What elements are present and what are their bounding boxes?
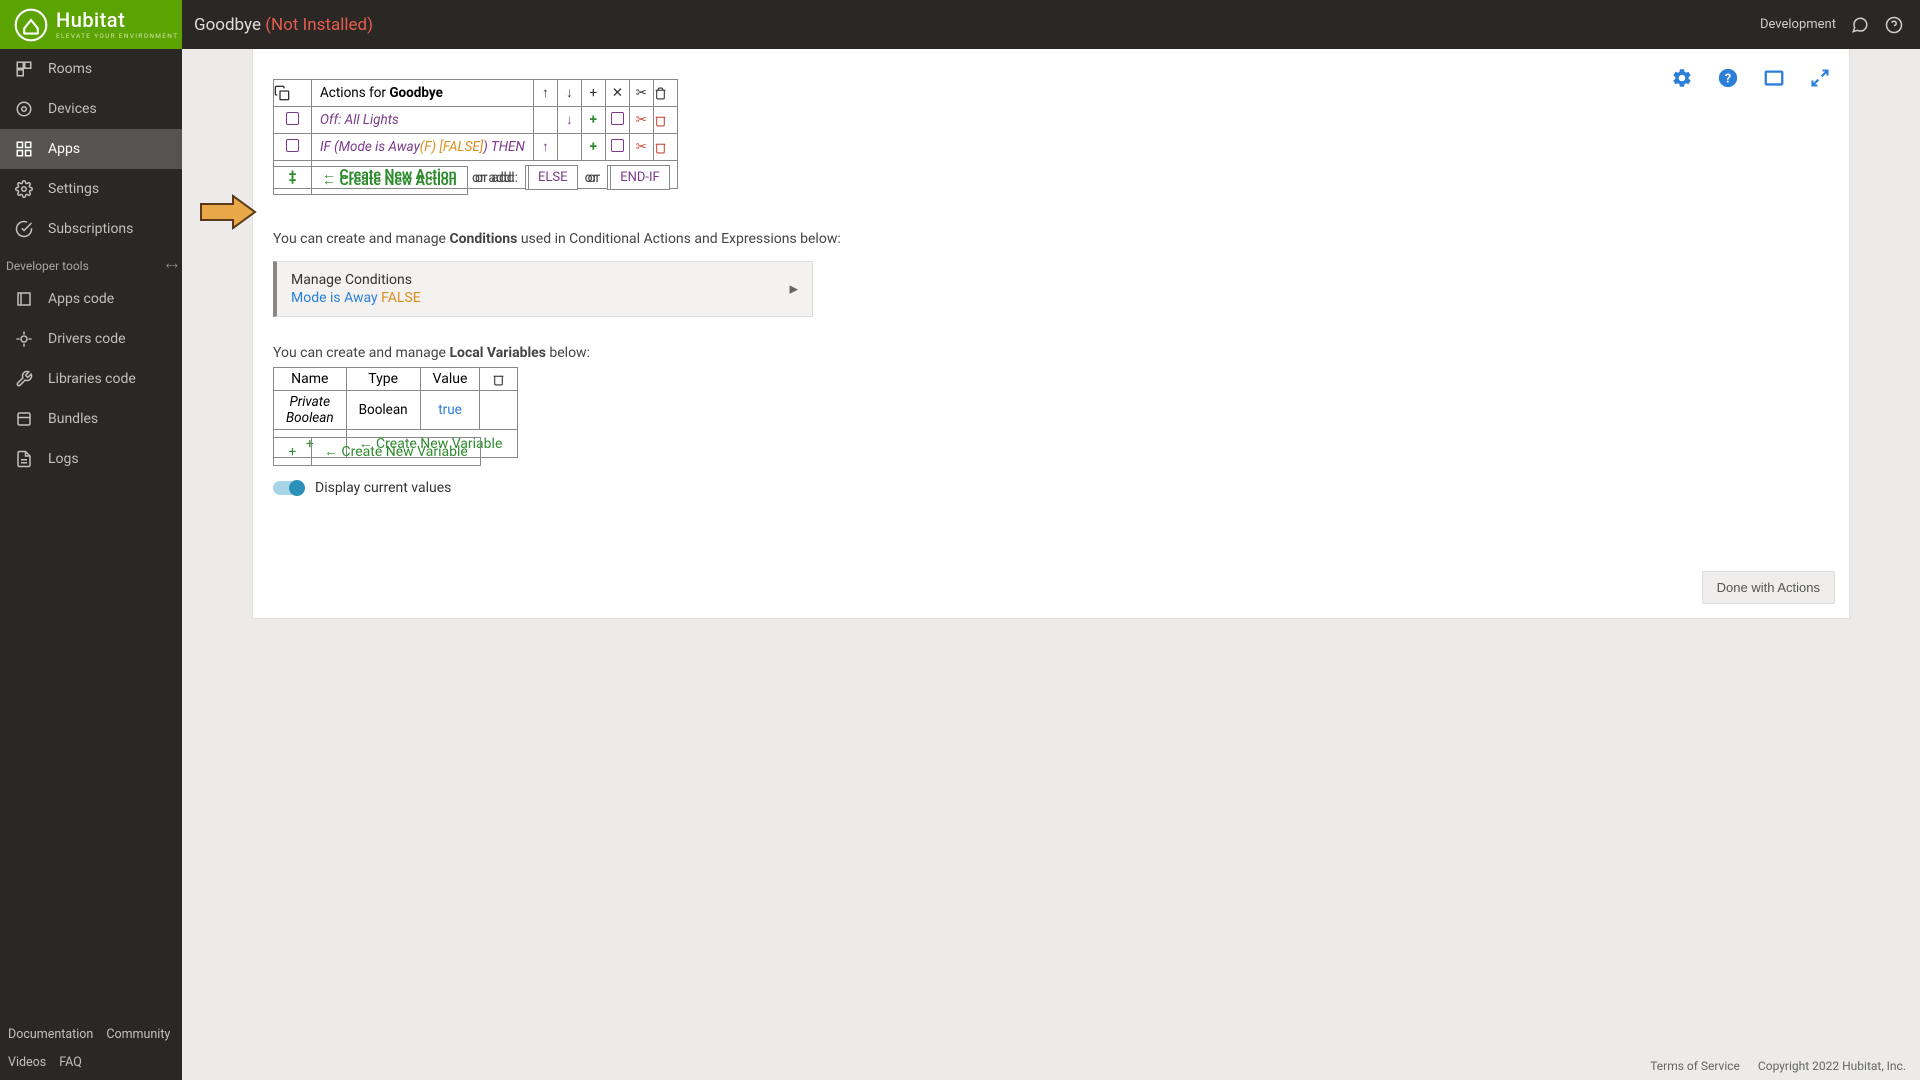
delete-row-icon[interactable] <box>653 134 677 161</box>
delete-row-icon[interactable] <box>653 107 677 134</box>
libraries-code-icon <box>14 369 34 389</box>
apps-code-icon <box>14 289 34 309</box>
sidebar-item-subscriptions[interactable]: Subscriptions <box>0 209 182 249</box>
collapse-icon[interactable]: ⤢ <box>164 258 180 274</box>
footer-videos[interactable]: Videos <box>8 1055 46 1070</box>
move-down-all-icon[interactable]: ↓ <box>557 80 581 107</box>
page-title: Goodbye (Not Installed) <box>194 15 373 35</box>
rooms-icon <box>14 59 34 79</box>
sidebar-item-logs[interactable]: Logs <box>0 439 182 479</box>
add-icon[interactable]: + <box>581 80 605 107</box>
gear-icon[interactable] <box>1671 67 1693 89</box>
trash-icon[interactable] <box>653 80 677 107</box>
hubitat-logo-icon <box>14 8 48 42</box>
action-row: IF (Mode is Away(F) [FALSE]) THEN ↑ + ✂ <box>274 134 678 161</box>
variable-row: Private Boolean Boolean true <box>274 391 518 430</box>
display-values-toggle-row: Display current values <box>273 480 1829 496</box>
move-up-all-icon[interactable]: ↑ <box>533 80 557 107</box>
panel: ? Actions for Goodbye ↑ ↓ + ✕ ✂ <box>252 49 1850 619</box>
move-down-icon[interactable]: ↓ <box>557 107 581 134</box>
row-checkbox-2[interactable] <box>605 134 629 161</box>
brand-name: Hubitat <box>56 10 178 30</box>
footer-community[interactable]: Community <box>106 1027 170 1042</box>
install-status: (Not Installed) <box>265 15 373 35</box>
cut-row-icon[interactable]: ✂ <box>629 107 653 134</box>
variables-intro: You can create and manage Local Variable… <box>273 345 1829 361</box>
action-text[interactable]: Off: All Lights <box>312 107 534 134</box>
endif-button[interactable]: END-IF <box>610 165 670 190</box>
sidebar: Rooms Devices Apps Settings Subscription… <box>0 49 182 1080</box>
cut-icon[interactable]: ✂ <box>629 80 653 107</box>
var-value[interactable]: true <box>420 391 480 430</box>
create-new-action-button[interactable]: ← Create New Action <box>312 167 468 195</box>
devices-icon <box>14 99 34 119</box>
col-type: Type <box>346 368 420 391</box>
legal-bar: Terms of Service Copyright 2022 Hubitat,… <box>1650 1052 1920 1080</box>
move-up-icon[interactable]: ↑ <box>533 134 557 161</box>
col-name: Name <box>274 368 347 391</box>
var-name: Private Boolean <box>274 391 347 430</box>
expand-icon[interactable] <box>1809 67 1831 89</box>
dev-mode-label: Development <box>1760 17 1836 32</box>
actions-title: Actions for Goodbye <box>312 80 534 107</box>
sidebar-item-devices[interactable]: Devices <box>0 89 182 129</box>
drivers-code-icon <box>14 329 34 349</box>
add-variable-plus[interactable]: + <box>274 438 312 466</box>
conditions-title: Manage Conditions <box>291 272 798 288</box>
sidebar-item-drivers-code[interactable]: Drivers code <box>0 319 182 359</box>
logs-icon <box>14 449 34 469</box>
display-values-toggle[interactable] <box>273 481 303 495</box>
dev-tools-header[interactable]: Developer tools ⤢ <box>0 249 182 279</box>
svg-text:?: ? <box>1725 72 1731 87</box>
footer-faq[interactable]: FAQ <box>59 1055 82 1070</box>
info-icon[interactable]: ? <box>1717 67 1739 89</box>
create-new-variable-button[interactable]: ← Create New Variable <box>312 438 481 466</box>
sidebar-item-apps[interactable]: Apps <box>0 129 182 169</box>
row-checkbox[interactable] <box>274 107 312 134</box>
cut-row-icon[interactable]: ✂ <box>629 134 653 161</box>
col-value: Value <box>420 368 480 391</box>
callout-arrow-icon <box>199 194 259 230</box>
manage-conditions-box[interactable]: Manage Conditions Mode is Away FALSE ▶ <box>273 261 813 317</box>
footer-documentation[interactable]: Documentation <box>8 1027 93 1042</box>
add-row-icon[interactable]: + <box>581 107 605 134</box>
close-icon[interactable]: ✕ <box>605 80 629 107</box>
conditions-intro: You can create and manage Conditions use… <box>273 231 1829 247</box>
chevron-right-icon: ▶ <box>790 283 798 296</box>
action-text[interactable]: IF (Mode is Away(F) [FALSE]) THEN <box>312 134 534 161</box>
row-checkbox-2[interactable] <box>605 107 629 134</box>
var-type: Boolean <box>346 391 420 430</box>
apps-icon <box>14 139 34 159</box>
add-action-plus[interactable]: + <box>274 167 312 195</box>
copy-icon[interactable] <box>274 80 312 107</box>
bundles-icon <box>14 409 34 429</box>
done-button[interactable]: Done with Actions <box>1702 571 1835 604</box>
sidebar-item-bundles[interactable]: Bundles <box>0 399 182 439</box>
row-checkbox[interactable] <box>274 134 312 161</box>
else-button[interactable]: ELSE <box>528 165 578 190</box>
sidebar-item-apps-code[interactable]: Apps code <box>0 279 182 319</box>
sidebar-item-settings[interactable]: Settings <box>0 169 182 209</box>
copyright-text: Copyright 2022 Hubitat, Inc. <box>1758 1059 1906 1073</box>
sidebar-footer: Documentation Community Videos FAQ <box>0 1019 182 1080</box>
sidebar-item-rooms[interactable]: Rooms <box>0 49 182 89</box>
sidebar-item-libraries-code[interactable]: Libraries code <box>0 359 182 399</box>
toggle-label: Display current values <box>315 480 451 496</box>
delete-col-icon[interactable] <box>480 368 518 391</box>
add-row-icon[interactable]: + <box>581 134 605 161</box>
help-icon[interactable] <box>1884 15 1904 35</box>
settings-icon <box>14 179 34 199</box>
main-content: ? Actions for Goodbye ↑ ↓ + ✕ ✂ <box>182 49 1920 1080</box>
logo[interactable]: Hubitat ELEVATE YOUR ENVIRONMENT <box>0 0 182 49</box>
chat-icon[interactable] <box>1850 15 1870 35</box>
conditions-subtitle: Mode is Away FALSE <box>291 290 798 306</box>
terms-link[interactable]: Terms of Service <box>1650 1059 1740 1073</box>
subscriptions-icon <box>14 219 34 239</box>
brand-tagline: ELEVATE YOUR ENVIRONMENT <box>56 32 178 40</box>
topbar: Hubitat ELEVATE YOUR ENVIRONMENT Goodbye… <box>0 0 1920 49</box>
window-icon[interactable] <box>1763 67 1785 89</box>
action-row: Off: All Lights ↓ + ✂ <box>274 107 678 134</box>
